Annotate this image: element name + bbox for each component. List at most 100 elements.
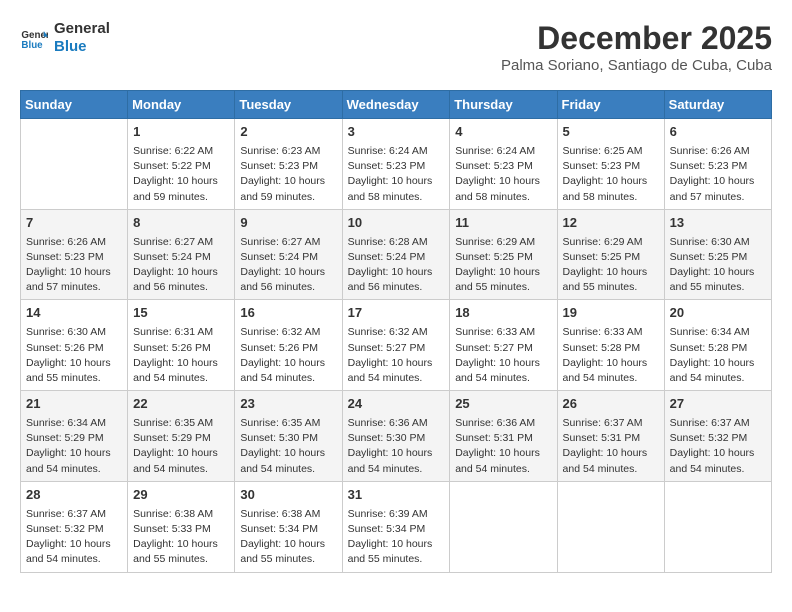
calendar-cell: 29Sunrise: 6:38 AM Sunset: 5:33 PM Dayli… — [128, 481, 235, 572]
day-info: Sunrise: 6:34 AM Sunset: 5:28 PM Dayligh… — [670, 325, 766, 386]
day-info: Sunrise: 6:37 AM Sunset: 5:32 PM Dayligh… — [26, 507, 122, 568]
calendar-cell: 12 Sunrise: 6:29 AM Sunset: 5:25 PM Dayli… — [557, 209, 664, 300]
col-header-thursday: Thursday — [450, 91, 557, 119]
day-number: 14 — [26, 304, 122, 323]
day-info: Sunrise: 6:24 AM Sunset: 5:23 PM Dayligh… — [455, 144, 551, 205]
logo: General Blue General Blue — [20, 20, 110, 56]
day-info: Sunrise: 6:22 AM Sunset: 5:22 PM Dayligh… — [133, 144, 229, 205]
calendar-cell: 2Sunrise: 6:23 AM Sunset: 5:23 PM Daylig… — [235, 119, 342, 210]
calendar-cell: 7 Sunrise: 6:26 AM Sunset: 5:23 PM Daylig… — [21, 209, 128, 300]
day-number: 1 — [133, 123, 229, 142]
day-number: 28 — [26, 486, 122, 505]
calendar-cell: 3 Sunrise: 6:24 AM Sunset: 5:23 PM Daylig… — [342, 119, 450, 210]
day-number: 24 — [348, 395, 445, 414]
calendar-cell: 8Sunrise: 6:27 AM Sunset: 5:24 PM Daylig… — [128, 209, 235, 300]
col-header-monday: Monday — [128, 91, 235, 119]
header: General Blue General Blue December 2025 … — [20, 20, 772, 74]
day-info: Sunrise: 6:35 AM Sunset: 5:29 PM Dayligh… — [133, 416, 229, 477]
day-number: 5 — [563, 123, 659, 142]
day-info: Sunrise: 6:38 AM Sunset: 5:33 PM Dayligh… — [133, 507, 229, 568]
col-header-saturday: Saturday — [664, 91, 771, 119]
logo-icon: General Blue — [20, 24, 48, 52]
logo-line1: General — [54, 20, 110, 38]
calendar-cell: 26 Sunrise: 6:37 AM Sunset: 5:31 PM Dayli… — [557, 391, 664, 482]
week-row-5: 28 Sunrise: 6:37 AM Sunset: 5:32 PM Dayli… — [21, 481, 772, 572]
day-number: 15 — [133, 304, 229, 323]
day-number: 6 — [670, 123, 766, 142]
calendar-cell: 1 Sunrise: 6:22 AM Sunset: 5:22 PM Daylig… — [128, 119, 235, 210]
calendar-cell: 9Sunrise: 6:27 AM Sunset: 5:24 PM Daylig… — [235, 209, 342, 300]
calendar-cell: 5Sunrise: 6:25 AM Sunset: 5:23 PM Daylig… — [557, 119, 664, 210]
day-info: Sunrise: 6:27 AM Sunset: 5:24 PM Dayligh… — [240, 235, 336, 296]
calendar-cell: 27Sunrise: 6:37 AM Sunset: 5:32 PM Dayli… — [664, 391, 771, 482]
calendar-cell: 10Sunrise: 6:28 AM Sunset: 5:24 PM Dayli… — [342, 209, 450, 300]
calendar-cell: 19 Sunrise: 6:33 AM Sunset: 5:28 PM Dayli… — [557, 300, 664, 391]
day-info: Sunrise: 6:26 AM Sunset: 5:23 PM Dayligh… — [26, 235, 122, 296]
day-info: Sunrise: 6:37 AM Sunset: 5:31 PM Dayligh… — [563, 416, 659, 477]
calendar-cell: 20 Sunrise: 6:34 AM Sunset: 5:28 PM Dayli… — [664, 300, 771, 391]
calendar-cell: 17 Sunrise: 6:32 AM Sunset: 5:27 PM Dayli… — [342, 300, 450, 391]
logo-line2: Blue — [54, 38, 110, 56]
calendar-subtitle: Palma Soriano, Santiago de Cuba, Cuba — [501, 57, 772, 74]
day-info: Sunrise: 6:39 AM Sunset: 5:34 PM Dayligh… — [348, 507, 445, 568]
day-info: Sunrise: 6:32 AM Sunset: 5:27 PM Dayligh… — [348, 325, 445, 386]
col-header-friday: Friday — [557, 91, 664, 119]
day-info: Sunrise: 6:24 AM Sunset: 5:23 PM Dayligh… — [348, 144, 445, 205]
calendar-cell: 22 Sunrise: 6:35 AM Sunset: 5:29 PM Dayli… — [128, 391, 235, 482]
day-number: 21 — [26, 395, 122, 414]
day-number: 18 — [455, 304, 551, 323]
week-row-4: 21 Sunrise: 6:34 AM Sunset: 5:29 PM Dayli… — [21, 391, 772, 482]
day-number: 30 — [240, 486, 336, 505]
week-row-2: 7 Sunrise: 6:26 AM Sunset: 5:23 PM Daylig… — [21, 209, 772, 300]
calendar-cell: 4Sunrise: 6:24 AM Sunset: 5:23 PM Daylig… — [450, 119, 557, 210]
day-info: Sunrise: 6:30 AM Sunset: 5:26 PM Dayligh… — [26, 325, 122, 386]
day-info: Sunrise: 6:33 AM Sunset: 5:28 PM Dayligh… — [563, 325, 659, 386]
day-info: Sunrise: 6:26 AM Sunset: 5:23 PM Dayligh… — [670, 144, 766, 205]
calendar-cell: 14 Sunrise: 6:30 AM Sunset: 5:26 PM Dayli… — [21, 300, 128, 391]
day-number: 13 — [670, 214, 766, 233]
calendar-cell — [21, 119, 128, 210]
col-header-tuesday: Tuesday — [235, 91, 342, 119]
calendar-cell: 6 Sunrise: 6:26 AM Sunset: 5:23 PM Daylig… — [664, 119, 771, 210]
day-number: 31 — [348, 486, 445, 505]
col-header-sunday: Sunday — [21, 91, 128, 119]
day-number: 7 — [26, 214, 122, 233]
day-number: 23 — [240, 395, 336, 414]
day-info: Sunrise: 6:29 AM Sunset: 5:25 PM Dayligh… — [563, 235, 659, 296]
day-number: 16 — [240, 304, 336, 323]
calendar-cell: 25Sunrise: 6:36 AM Sunset: 5:31 PM Dayli… — [450, 391, 557, 482]
calendar-title: December 2025 — [501, 20, 772, 57]
day-info: Sunrise: 6:36 AM Sunset: 5:30 PM Dayligh… — [348, 416, 445, 477]
calendar-table: SundayMondayTuesdayWednesdayThursdayFrid… — [20, 90, 772, 573]
calendar-cell: 28 Sunrise: 6:37 AM Sunset: 5:32 PM Dayli… — [21, 481, 128, 572]
day-number: 12 — [563, 214, 659, 233]
day-number: 26 — [563, 395, 659, 414]
day-info: Sunrise: 6:33 AM Sunset: 5:27 PM Dayligh… — [455, 325, 551, 386]
day-number: 25 — [455, 395, 551, 414]
calendar-cell: 11 Sunrise: 6:29 AM Sunset: 5:25 PM Dayli… — [450, 209, 557, 300]
day-info: Sunrise: 6:35 AM Sunset: 5:30 PM Dayligh… — [240, 416, 336, 477]
col-header-wednesday: Wednesday — [342, 91, 450, 119]
day-number: 17 — [348, 304, 445, 323]
calendar-cell — [450, 481, 557, 572]
day-number: 3 — [348, 123, 445, 142]
calendar-cell: 15Sunrise: 6:31 AM Sunset: 5:26 PM Dayli… — [128, 300, 235, 391]
header-row: SundayMondayTuesdayWednesdayThursdayFrid… — [21, 91, 772, 119]
day-info: Sunrise: 6:29 AM Sunset: 5:25 PM Dayligh… — [455, 235, 551, 296]
calendar-cell: 16 Sunrise: 6:32 AM Sunset: 5:26 PM Dayli… — [235, 300, 342, 391]
calendar-cell: 24 Sunrise: 6:36 AM Sunset: 5:30 PM Dayli… — [342, 391, 450, 482]
day-number: 19 — [563, 304, 659, 323]
week-row-1: 1 Sunrise: 6:22 AM Sunset: 5:22 PM Daylig… — [21, 119, 772, 210]
day-info: Sunrise: 6:34 AM Sunset: 5:29 PM Dayligh… — [26, 416, 122, 477]
calendar-cell: 18 Sunrise: 6:33 AM Sunset: 5:27 PM Dayli… — [450, 300, 557, 391]
day-number: 20 — [670, 304, 766, 323]
calendar-cell: 30Sunrise: 6:38 AM Sunset: 5:34 PM Dayli… — [235, 481, 342, 572]
calendar-cell: 21 Sunrise: 6:34 AM Sunset: 5:29 PM Dayli… — [21, 391, 128, 482]
calendar-cell — [664, 481, 771, 572]
day-number: 2 — [240, 123, 336, 142]
day-number: 11 — [455, 214, 551, 233]
calendar-cell: 31 Sunrise: 6:39 AM Sunset: 5:34 PM Dayli… — [342, 481, 450, 572]
svg-text:Blue: Blue — [21, 40, 43, 51]
day-info: Sunrise: 6:32 AM Sunset: 5:26 PM Dayligh… — [240, 325, 336, 386]
day-number: 22 — [133, 395, 229, 414]
